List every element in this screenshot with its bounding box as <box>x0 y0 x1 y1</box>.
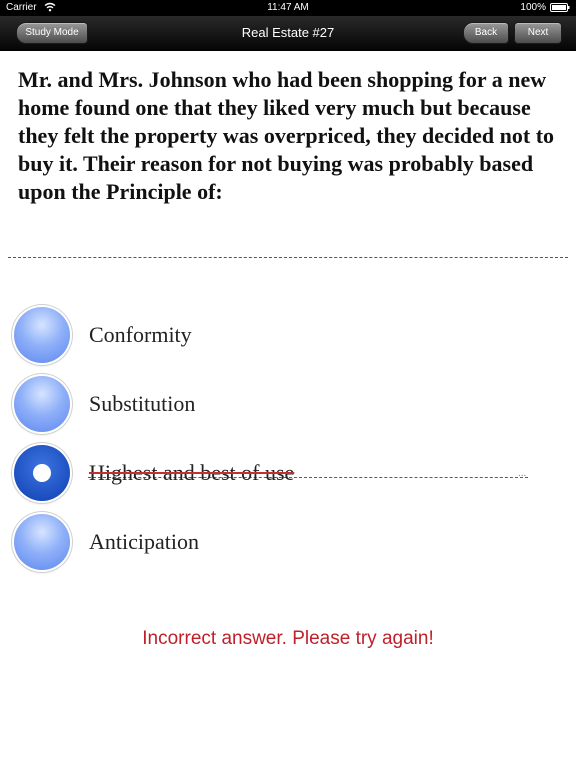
option-label: Anticipation <box>89 529 199 554</box>
status-time: 11:47 AM <box>267 2 309 13</box>
next-button[interactable]: Next <box>514 22 562 44</box>
battery-icon <box>550 3 570 12</box>
radio-button[interactable] <box>14 376 70 432</box>
back-button[interactable]: Back <box>463 22 509 44</box>
question-text: Mr. and Mrs. Johnson who had been shoppi… <box>18 67 555 204</box>
option-conformity[interactable]: Conformity <box>12 306 552 366</box>
option-ellipsis: ... <box>518 468 527 479</box>
option-substitution[interactable]: Substitution <box>12 375 552 435</box>
divider <box>8 257 568 258</box>
option-anticipation[interactable]: Anticipation <box>12 513 552 573</box>
option-label: Substitution <box>89 391 196 416</box>
radio-button[interactable] <box>14 307 70 363</box>
navigation-bar: Study Mode Real Estate #27 Back Next <box>0 16 576 51</box>
radio-button-selected[interactable] <box>14 445 70 501</box>
radio-dot-icon <box>33 464 51 482</box>
radio-button[interactable] <box>14 514 70 570</box>
option-label: Highest and best of use <box>89 460 295 485</box>
option-highest-and-best-use[interactable]: Highest and best of use ... <box>12 444 552 504</box>
battery-percent: 100% <box>520 2 546 13</box>
option-label: Conformity <box>89 322 192 347</box>
feedback-message: Incorrect answer. Please try again! <box>142 628 434 649</box>
status-bar: Carrier 11:47 AM 100% <box>0 0 576 16</box>
